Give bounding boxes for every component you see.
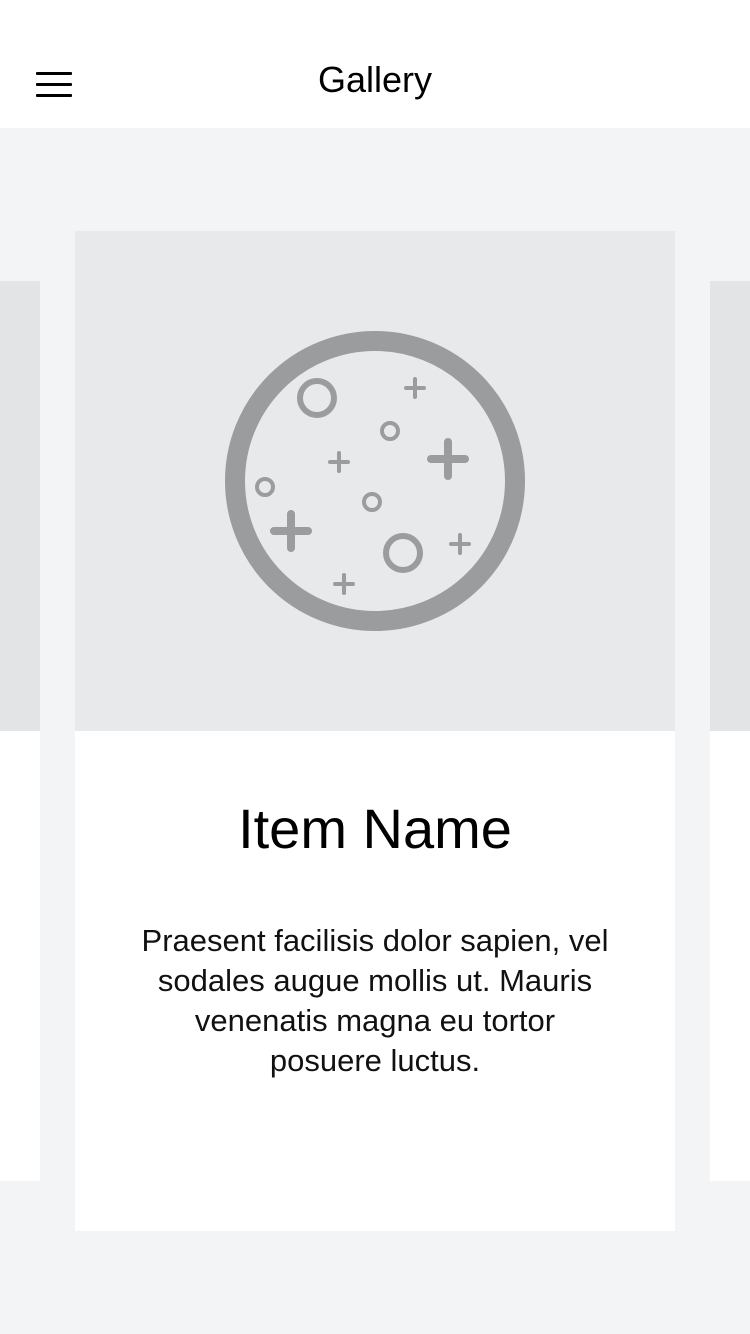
previous-card-image	[0, 281, 40, 731]
gallery-screen: Gallery Item Name Praesent facilisis dol…	[0, 0, 750, 1334]
header-bar: Gallery	[0, 40, 750, 128]
gallery-card[interactable]: Item Name Praesent facilisis dolor sapie…	[75, 231, 675, 1231]
previous-card-peek[interactable]	[0, 281, 40, 1181]
next-card-peek[interactable]	[710, 281, 750, 1181]
status-bar	[0, 0, 750, 40]
page-title: Gallery	[317, 59, 433, 100]
moon-placeholder-icon	[225, 331, 525, 631]
item-name: Item Name	[238, 797, 512, 860]
item-description: Praesent facilisis dolor sapien, vel sod…	[141, 923, 609, 1078]
card-image-placeholder	[75, 231, 675, 731]
next-card-image	[710, 281, 750, 731]
